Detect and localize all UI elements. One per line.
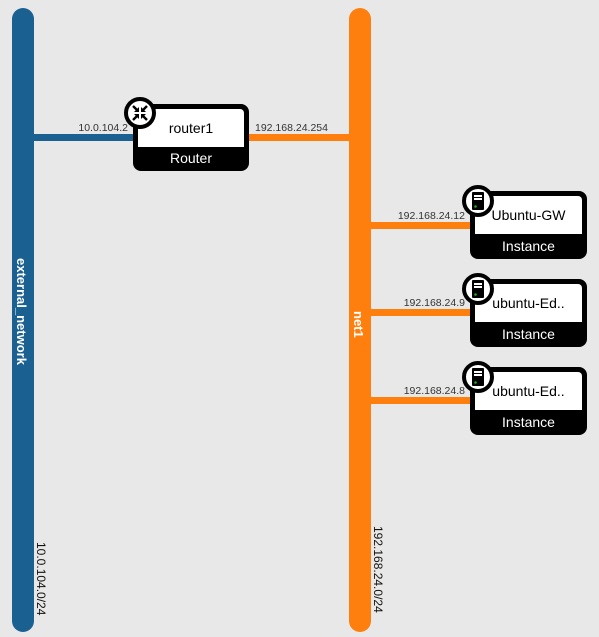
instance-ip: 192.168.24.9	[403, 297, 465, 309]
link-instance	[371, 309, 471, 316]
instance-type: Instance	[502, 326, 555, 342]
instance-ip: 192.168.24.8	[403, 385, 465, 397]
instance-ip: 192.168.24.12	[397, 210, 465, 222]
network-net1[interactable]: net1	[349, 8, 371, 632]
network-name: net1	[351, 311, 366, 338]
link-router-external	[34, 134, 134, 141]
router-type: Router	[169, 150, 213, 166]
instance-type: Instance	[502, 238, 555, 254]
link-instance	[371, 222, 471, 229]
network-cidr: 192.168.24.0/24	[371, 526, 385, 613]
network-name: external_network	[14, 258, 29, 365]
link-instance	[371, 397, 471, 404]
instance-type: Instance	[502, 414, 555, 430]
router-internal-ip: 192.168.24.254	[255, 122, 328, 134]
link-router-net1	[248, 134, 349, 141]
router-arrows-icon	[124, 97, 156, 129]
server-icon	[462, 273, 494, 305]
server-icon	[462, 185, 494, 217]
router-external-ip: 10.0.104.2	[78, 122, 128, 134]
server-icon	[462, 361, 494, 393]
network-cidr: 10.0.104.0/24	[34, 542, 48, 616]
network-external[interactable]: external_network	[12, 8, 34, 632]
